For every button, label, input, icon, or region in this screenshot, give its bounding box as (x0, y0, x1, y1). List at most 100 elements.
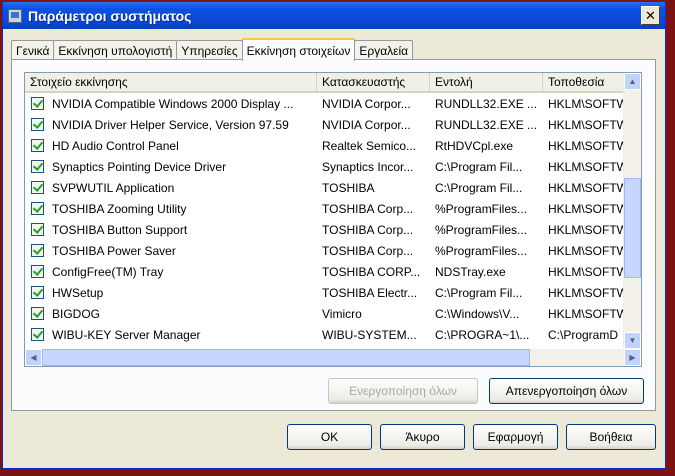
manufacturer-cell: TOSHIBA CORP... (322, 264, 421, 279)
startup-item-cell: BIGDOG (25, 307, 317, 321)
column-header-manufacturer[interactable]: Κατασκευαστής (317, 73, 430, 93)
location-cell: HKLM\SOFTW (548, 306, 625, 321)
manufacturer-cell: Realtek Semico... (322, 138, 417, 153)
scroll-left-icon[interactable]: ◀ (25, 349, 42, 366)
startup-item-name: SVPWUTIL Application (52, 180, 175, 195)
command-cell: C:\Windows\V... (435, 306, 520, 321)
startup-item-checkbox[interactable] (31, 244, 44, 257)
title-bar[interactable]: Παράμετροι συστήματος ✕ (3, 2, 665, 29)
close-button[interactable]: ✕ (641, 6, 660, 25)
horizontal-scrollbar[interactable]: ◀ ▶ (25, 349, 641, 366)
location-cell: HKLM\SOFTW (548, 264, 625, 279)
startup-item-cell: TOSHIBA Button Support (25, 223, 317, 237)
table-row[interactable]: HWSetup TOSHIBA Electr... C:\Program Fil..… (25, 282, 641, 303)
cancel-button[interactable]: Άκυρο (380, 424, 465, 450)
tab-startup[interactable]: Εκκίνηση στοιχείων (241, 38, 356, 61)
startup-item-cell: ConfigFree(TM) Tray (25, 265, 317, 279)
vertical-scrollbar[interactable]: ▲ ▼ (623, 73, 641, 349)
table-row[interactable]: NVIDIA Compatible Windows 2000 Display .… (25, 93, 641, 114)
startup-item-checkbox[interactable] (31, 97, 44, 110)
column-header-location[interactable]: Τοποθεσία (543, 73, 625, 93)
location-cell: HKLM\SOFTW (548, 138, 625, 153)
startup-item-checkbox[interactable] (31, 286, 44, 299)
tab-services[interactable]: Υπηρεσίες (176, 40, 243, 60)
tab-strip: Γενικά Εκκίνηση υπολογιστή Υπηρεσίες Εκκ… (11, 38, 414, 61)
tab-tools[interactable]: Εργαλεία (354, 40, 414, 60)
command-cell: RUNDLL32.EXE ... (435, 96, 538, 111)
column-header-item[interactable]: Στοιχείο εκκίνησης (25, 73, 317, 93)
table-row[interactable]: HD Audio Control Panel Realtek Semico... R… (25, 135, 641, 156)
startup-item-checkbox[interactable] (31, 223, 44, 236)
manufacturer-cell: WIBU-SYSTEM... (322, 327, 417, 342)
startup-item-checkbox[interactable] (31, 160, 44, 173)
startup-item-name: NVIDIA Driver Helper Service, Version 97… (52, 117, 289, 132)
startup-item-name: TOSHIBA Power Saver (52, 243, 176, 258)
command-cell: C:\Program Fil... (435, 285, 523, 300)
tab-general[interactable]: Γενικά (11, 40, 55, 60)
startup-item-name: WIBU-KEY Server Manager (52, 327, 201, 342)
command-cell: C:\PROGRA~1\... (435, 327, 530, 342)
startup-list[interactable]: Στοιχείο εκκίνησης Κατασκευαστής Εντολή … (24, 72, 642, 367)
scroll-up-icon[interactable]: ▲ (624, 73, 641, 90)
manufacturer-cell: TOSHIBA (322, 180, 375, 195)
tab-boot[interactable]: Εκκίνηση υπολογιστή (53, 40, 178, 60)
column-header-command[interactable]: Εντολή (430, 73, 543, 93)
table-row[interactable]: TOSHIBA Zooming Utility TOSHIBA Corp... %P… (25, 198, 641, 219)
location-cell: HKLM\SOFTW (548, 180, 625, 195)
startup-item-name: HD Audio Control Panel (52, 138, 179, 153)
startup-item-checkbox[interactable] (31, 202, 44, 215)
enable-all-button[interactable]: Ενεργοποίηση όλων (328, 378, 478, 404)
list-body: NVIDIA Compatible Windows 2000 Display .… (25, 93, 641, 345)
startup-item-cell: NVIDIA Driver Helper Service, Version 97… (25, 118, 317, 132)
manufacturer-cell: NVIDIA Corpor... (322, 117, 411, 132)
table-row[interactable]: Synaptics Pointing Device Driver Synaptic… (25, 156, 641, 177)
location-cell: HKLM\SOFTW (548, 201, 625, 216)
disable-all-button[interactable]: Απενεργοποίηση όλων (489, 378, 644, 404)
startup-item-cell: HWSetup (25, 286, 317, 300)
table-row[interactable]: ConfigFree(TM) Tray TOSHIBA CORP... NDSTra… (25, 261, 641, 282)
location-cell: HKLM\SOFTW (548, 117, 625, 132)
table-row[interactable]: NVIDIA Driver Helper Service, Version 97… (25, 114, 641, 135)
command-cell: %ProgramFiles... (435, 222, 528, 237)
window-title: Παράμετροι συστήματος (28, 7, 192, 24)
command-cell: C:\Program Fil... (435, 159, 523, 174)
startup-item-name: TOSHIBA Zooming Utility (52, 201, 187, 216)
startup-item-checkbox[interactable] (31, 265, 44, 278)
table-row[interactable]: WIBU-KEY Server Manager WIBU-SYSTEM... C:\… (25, 324, 641, 345)
manufacturer-cell: TOSHIBA Corp... (322, 222, 414, 237)
startup-item-name: ConfigFree(TM) Tray (52, 264, 164, 279)
list-header: Στοιχείο εκκίνησης Κατασκευαστής Εντολή … (25, 73, 641, 93)
vertical-scroll-thumb[interactable] (624, 178, 641, 278)
startup-item-cell: HD Audio Control Panel (25, 139, 317, 153)
command-cell: C:\Program Fil... (435, 180, 523, 195)
table-row[interactable]: BIGDOG Vimicro C:\Windows\V... HKLM\SOFTW (25, 303, 641, 324)
startup-item-checkbox[interactable] (31, 139, 44, 152)
table-row[interactable]: TOSHIBA Power Saver TOSHIBA Corp... %Progr… (25, 240, 641, 261)
startup-item-cell: Synaptics Pointing Device Driver (25, 160, 317, 174)
apply-button[interactable]: Εφαρμογή (473, 424, 558, 450)
horizontal-scroll-thumb[interactable] (42, 349, 530, 366)
scroll-down-icon[interactable]: ▼ (624, 332, 641, 349)
startup-item-name: TOSHIBA Button Support (52, 222, 188, 237)
command-cell: %ProgramFiles... (435, 201, 528, 216)
help-button[interactable]: Βοήθεια (566, 424, 656, 450)
system-configuration-window: Παράμετροι συστήματος ✕ Γενικά Εκκίνηση … (2, 1, 666, 469)
startup-item-checkbox[interactable] (31, 181, 44, 194)
startup-item-checkbox[interactable] (31, 307, 44, 320)
scroll-right-icon[interactable]: ▶ (624, 349, 641, 366)
location-cell: HKLM\SOFTW (548, 243, 625, 258)
ok-button[interactable]: OK (287, 424, 372, 450)
manufacturer-cell: Vimicro (322, 306, 362, 321)
location-cell: HKLM\SOFTW (548, 285, 625, 300)
startup-item-name: Synaptics Pointing Device Driver (52, 159, 227, 174)
table-row[interactable]: SVPWUTIL Application TOSHIBA C:\Program Fi… (25, 177, 641, 198)
startup-item-checkbox[interactable] (31, 118, 44, 131)
startup-item-checkbox[interactable] (31, 328, 44, 341)
location-cell: HKLM\SOFTW (548, 222, 625, 237)
startup-item-cell: TOSHIBA Power Saver (25, 244, 317, 258)
startup-item-cell: SVPWUTIL Application (25, 181, 317, 195)
command-cell: %ProgramFiles... (435, 243, 528, 258)
location-cell: C:\ProgramD (548, 327, 619, 342)
table-row[interactable]: TOSHIBA Button Support TOSHIBA Corp... %Pr… (25, 219, 641, 240)
startup-item-name: HWSetup (52, 285, 104, 300)
